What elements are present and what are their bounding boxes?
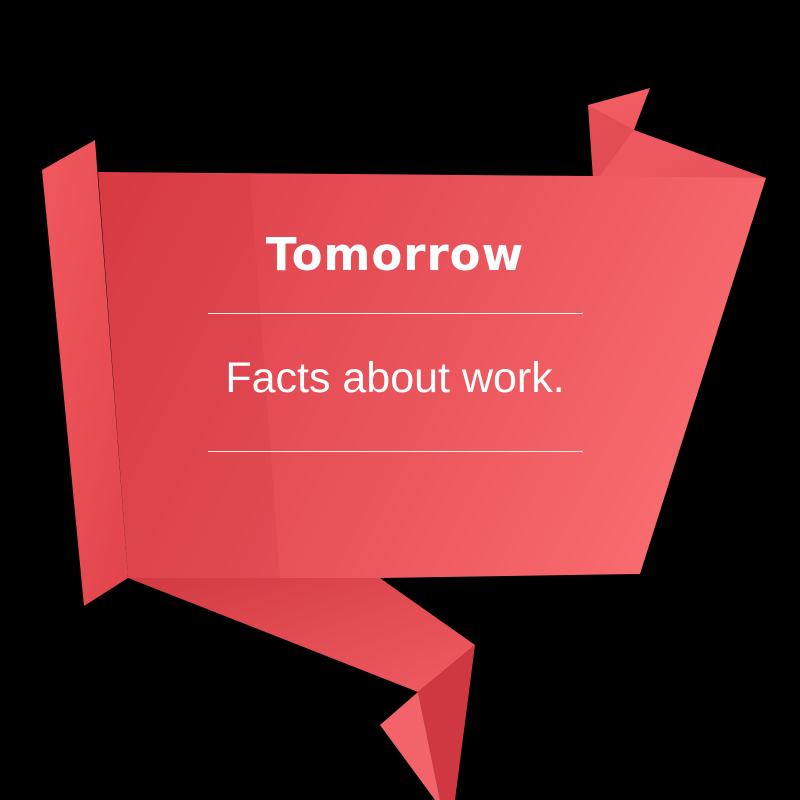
tail-upper — [128, 578, 475, 692]
top-divider — [208, 313, 583, 314]
origami-banner-graphic: Tomorrow Facts about work. — [0, 0, 800, 800]
banner-title: Tomorrow — [265, 228, 525, 281]
bottom-divider — [208, 451, 583, 452]
banner-subtitle: Facts about work. — [225, 354, 565, 402]
